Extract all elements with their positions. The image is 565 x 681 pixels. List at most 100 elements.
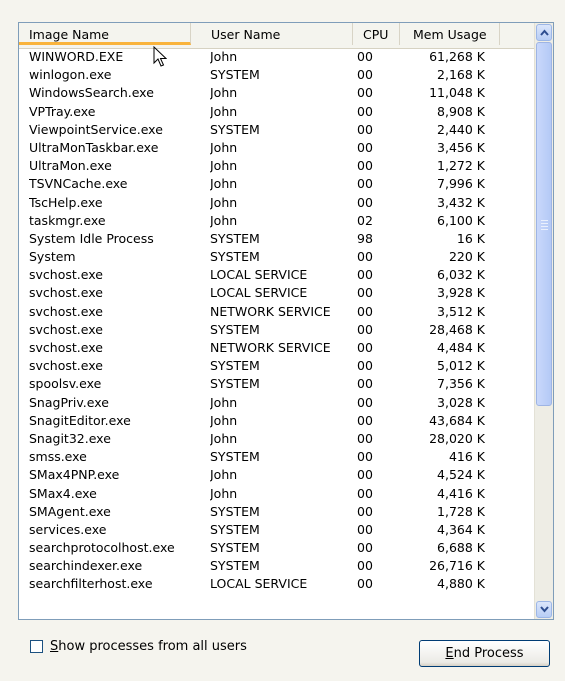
process-row[interactable]: spoolsv.exe SYSTEM 00 7,356 K bbox=[19, 375, 536, 393]
end-process-button[interactable]: End Process bbox=[419, 640, 550, 667]
column-header-mem-usage[interactable]: Mem Usage bbox=[400, 23, 500, 45]
process-name: searchprotocolhost.exe bbox=[29, 540, 175, 556]
process-cpu: 00 bbox=[357, 67, 373, 83]
process-user: SYSTEM bbox=[210, 503, 260, 519]
process-row[interactable]: SnagitEditor.exe John 00 43,684 K bbox=[19, 412, 536, 430]
process-user: SYSTEM bbox=[210, 449, 260, 465]
process-mem-usage: 7,356 K bbox=[437, 376, 485, 392]
column-header-cpu[interactable]: CPU bbox=[353, 23, 400, 45]
process-row[interactable]: svchost.exe LOCAL SERVICE 00 3,928 K bbox=[19, 284, 536, 302]
process-name: TSVNCache.exe bbox=[29, 176, 128, 192]
scrollbar-thumb[interactable] bbox=[536, 42, 552, 406]
process-cpu: 00 bbox=[357, 430, 373, 446]
process-row[interactable]: taskmgr.exe John 02 6,100 K bbox=[19, 212, 536, 230]
process-row[interactable]: searchprotocolhost.exe SYSTEM 00 6,688 K bbox=[19, 539, 536, 557]
process-name: UltraMon.exe bbox=[29, 158, 112, 174]
process-row[interactable]: WINWORD.EXE John 00 61,268 K bbox=[19, 48, 536, 66]
process-name: SMAgent.exe bbox=[29, 503, 111, 519]
process-row[interactable]: TSVNCache.exe John 00 7,996 K bbox=[19, 175, 536, 193]
column-header-row: Image Name User Name CPU Mem Usage bbox=[19, 23, 536, 49]
mouse-pointer-icon bbox=[153, 46, 167, 67]
process-name: svchost.exe bbox=[29, 321, 103, 337]
show-all-users-label[interactable]: Show processes from all users bbox=[50, 639, 247, 654]
process-mem-usage: 26,716 K bbox=[429, 558, 485, 574]
process-cpu: 00 bbox=[357, 321, 373, 337]
process-user: SYSTEM bbox=[210, 558, 260, 574]
process-mem-usage: 4,364 K bbox=[437, 521, 485, 537]
process-cpu: 00 bbox=[357, 121, 373, 137]
process-row[interactable]: svchost.exe LOCAL SERVICE 00 6,032 K bbox=[19, 266, 536, 284]
process-user: SYSTEM bbox=[210, 521, 260, 537]
scroll-down-button[interactable] bbox=[536, 601, 552, 618]
process-row[interactable]: SMax4.exe John 00 4,416 K bbox=[19, 485, 536, 503]
process-row[interactable]: services.exe SYSTEM 00 4,364 K bbox=[19, 521, 536, 539]
process-mem-usage: 8,908 K bbox=[437, 103, 485, 119]
process-mem-usage: 2,440 K bbox=[437, 121, 485, 137]
column-header-user-name[interactable]: User Name bbox=[191, 23, 353, 45]
process-mem-usage: 4,484 K bbox=[437, 340, 485, 355]
process-cpu: 00 bbox=[357, 376, 373, 392]
vertical-scrollbar[interactable] bbox=[534, 23, 553, 619]
process-user: John bbox=[210, 139, 238, 155]
process-user: SYSTEM bbox=[210, 67, 260, 83]
process-row[interactable]: UltraMonTaskbar.exe John 00 3,456 K bbox=[19, 139, 536, 157]
end-process-label-text: nd Process bbox=[453, 646, 524, 661]
process-row[interactable]: System Idle Process SYSTEM 98 16 K bbox=[19, 230, 536, 248]
process-user: SYSTEM bbox=[210, 249, 260, 265]
chevron-down-icon bbox=[540, 606, 549, 613]
process-row[interactable]: svchost.exe NETWORK SERVICE 00 4,484 K bbox=[19, 339, 536, 357]
process-row[interactable]: System SYSTEM 00 220 K bbox=[19, 248, 536, 266]
process-row[interactable]: searchindexer.exe SYSTEM 00 26,716 K bbox=[19, 557, 536, 575]
process-name: Snagit32.exe bbox=[29, 430, 111, 446]
process-user: John bbox=[210, 467, 238, 483]
process-mem-usage: 43,684 K bbox=[429, 412, 485, 428]
thumb-grip-line bbox=[541, 229, 548, 230]
process-mem-usage: 1,728 K bbox=[437, 503, 485, 519]
process-mem-usage: 4,416 K bbox=[437, 485, 485, 501]
show-all-users-checkbox[interactable] bbox=[30, 640, 43, 653]
process-name: TscHelp.exe bbox=[29, 194, 103, 210]
process-row[interactable]: svchost.exe SYSTEM 00 28,468 K bbox=[19, 321, 536, 339]
process-row[interactable]: VPTray.exe John 00 8,908 K bbox=[19, 103, 536, 121]
process-user: John bbox=[210, 176, 238, 192]
process-name: spoolsv.exe bbox=[29, 376, 102, 392]
process-mem-usage: 6,100 K bbox=[437, 212, 485, 228]
process-cpu: 00 bbox=[357, 103, 373, 119]
process-name: SMax4PNP.exe bbox=[29, 467, 120, 483]
process-cpu: 00 bbox=[357, 358, 373, 374]
process-row[interactable]: WindowsSearch.exe John 00 11,048 K bbox=[19, 84, 536, 102]
process-user: John bbox=[210, 103, 238, 119]
process-row[interactable]: Snagit32.exe John 00 28,020 K bbox=[19, 430, 536, 448]
process-user: SYSTEM bbox=[210, 540, 260, 556]
process-name: ViewpointService.exe bbox=[29, 121, 163, 137]
process-row[interactable]: ViewpointService.exe SYSTEM 00 2,440 K bbox=[19, 121, 536, 139]
process-row[interactable]: SnagPriv.exe John 00 3,028 K bbox=[19, 394, 536, 412]
process-user: John bbox=[210, 394, 238, 410]
process-row[interactable]: svchost.exe NETWORK SERVICE 00 3,512 K bbox=[19, 303, 536, 321]
process-user: John bbox=[210, 485, 238, 501]
process-user: SYSTEM bbox=[210, 230, 260, 246]
scroll-up-button[interactable] bbox=[536, 24, 552, 41]
process-user: NETWORK SERVICE bbox=[210, 303, 331, 319]
process-cpu: 98 bbox=[357, 230, 373, 246]
process-row[interactable]: SMAgent.exe SYSTEM 00 1,728 K bbox=[19, 503, 536, 521]
process-list[interactable]: Image Name User Name CPU Mem Usage WINWO… bbox=[18, 22, 554, 620]
process-name: searchfilterhost.exe bbox=[29, 576, 153, 592]
process-cpu: 00 bbox=[357, 267, 373, 283]
process-mem-usage: 3,456 K bbox=[437, 139, 485, 155]
process-row[interactable]: svchost.exe SYSTEM 00 5,012 K bbox=[19, 357, 536, 375]
process-row[interactable]: winlogon.exe SYSTEM 00 2,168 K bbox=[19, 66, 536, 84]
process-row[interactable]: UltraMon.exe John 00 1,272 K bbox=[19, 157, 536, 175]
process-name: svchost.exe bbox=[29, 358, 103, 374]
process-user: LOCAL SERVICE bbox=[210, 285, 308, 301]
process-cpu: 00 bbox=[357, 249, 373, 265]
process-name: WindowsSearch.exe bbox=[29, 85, 154, 101]
process-user: John bbox=[210, 158, 238, 174]
process-user: SYSTEM bbox=[210, 376, 260, 392]
process-row[interactable]: SMax4PNP.exe John 00 4,524 K bbox=[19, 466, 536, 484]
process-row[interactable]: smss.exe SYSTEM 00 416 K bbox=[19, 448, 536, 466]
process-row[interactable]: searchfilterhost.exe LOCAL SERVICE 00 4,880… bbox=[19, 575, 536, 593]
column-header-image-name[interactable]: Image Name bbox=[19, 23, 191, 45]
process-name: SnagitEditor.exe bbox=[29, 412, 131, 428]
process-row[interactable]: TscHelp.exe John 00 3,432 K bbox=[19, 194, 536, 212]
